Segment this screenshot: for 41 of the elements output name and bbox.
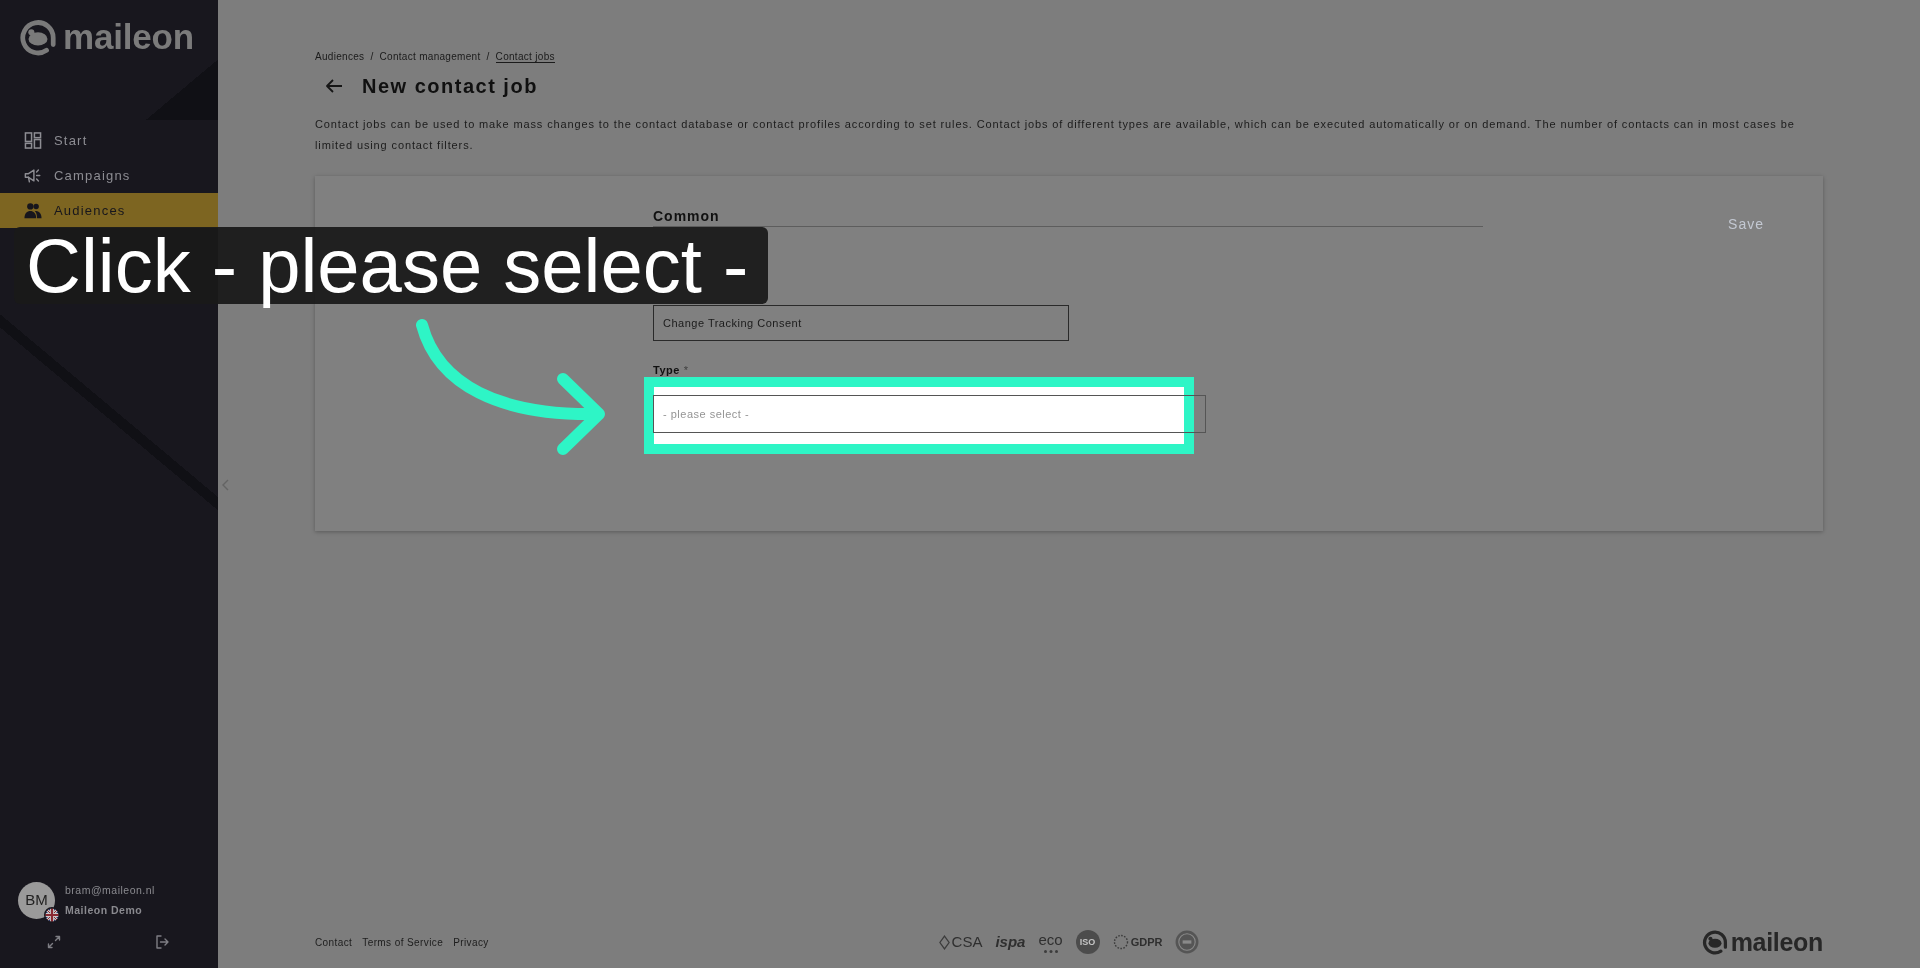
logo-icon [19,18,57,56]
logo-text: maileon [63,18,194,56]
logout-icon[interactable] [155,935,169,949]
people-icon [24,202,42,219]
sidebar-nav-item[interactable]: Start [0,123,218,158]
logo-text: maileon [1730,928,1823,956]
flag-icon [44,906,60,923]
sidebar-nav-item[interactable]: Audiences [0,193,218,228]
dots-icon [1043,949,1058,953]
type-select[interactable]: - please select - [653,395,1206,433]
name-input[interactable]: Change Tracking Consent [653,305,1069,341]
seal-icon [1175,930,1200,954]
breadcrumb-link[interactable]: Contact management [379,51,481,63]
footer-link[interactable]: Contact [315,936,353,948]
certification-label: ispa [995,934,1026,950]
certification-label: eco [1038,931,1063,948]
sidebar-nav-item[interactable]: Campaigns [0,158,218,193]
megaphone-icon [24,167,42,184]
certification-label: CSA [951,934,983,950]
logo-icon [1701,929,1728,955]
diamond-icon [938,934,950,950]
breadcrumb-link[interactable]: Audiences [315,51,365,63]
footer-link[interactable]: Terms of Service [362,936,444,948]
breadcrumb-separator: / [370,51,374,63]
breadcrumb-link[interactable]: Contact jobs [495,51,555,63]
page-title: New contact job [362,74,538,98]
dashboard-icon [24,132,42,149]
certification-label: GDPR [1130,936,1163,948]
account-name: Maileon Demo [65,903,143,918]
swap-arrows-icon[interactable] [47,935,61,949]
avatar-initials: BM [25,892,48,908]
page-description: Contact jobs can be used to make mass changes to the contact database or contact profiles according to set rules. Contact jobs of different types are available, which can be executed automatically or on demand. The number of contacts can in most cases be limited using contact filters. [315,117,1796,153]
required-mark: * [683,363,689,377]
section-title: Common [653,208,720,224]
footer-link[interactable]: Privacy [453,936,489,948]
certification-badge: ISO [1075,930,1100,954]
user-email: bram@maileon.nl [65,883,155,898]
field-label: Type [653,363,680,377]
back-arrow-icon[interactable] [325,78,343,94]
dotted-ring-icon [1112,934,1129,950]
breadcrumb-separator: / [486,51,490,63]
